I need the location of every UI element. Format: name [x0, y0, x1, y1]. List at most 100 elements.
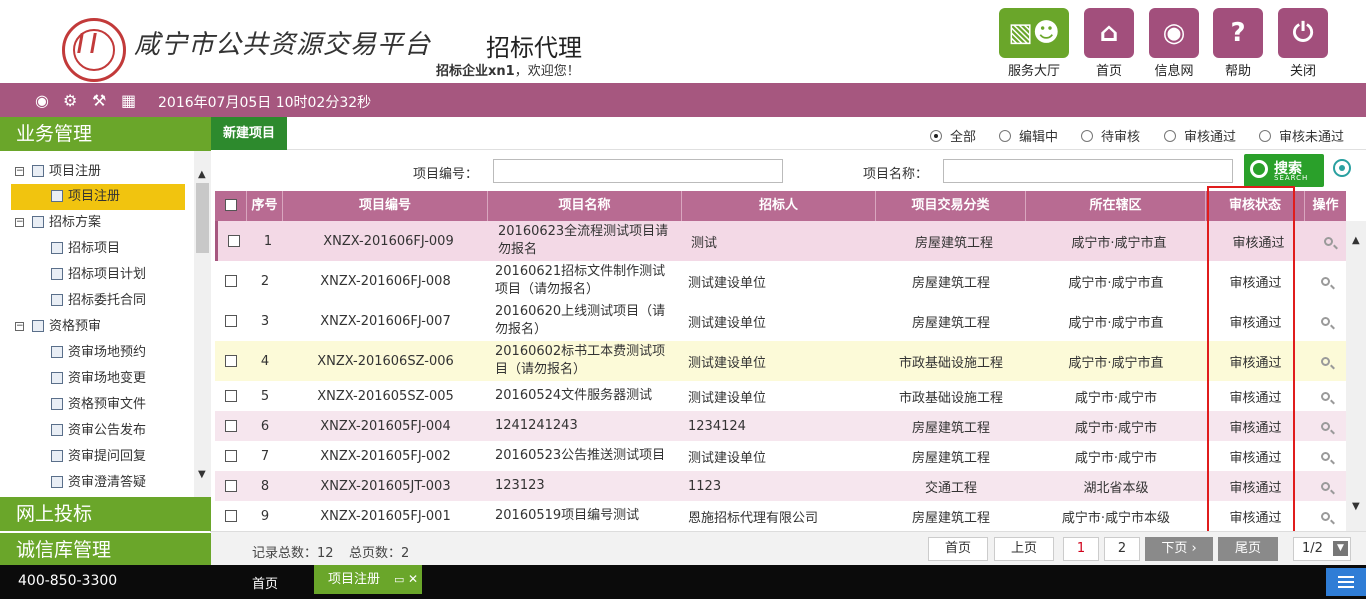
tools-icon[interactable]: ⚒: [92, 91, 106, 110]
scroll-down-icon[interactable]: ▼: [198, 469, 206, 480]
view-icon[interactable]: [1321, 391, 1330, 401]
tab-home[interactable]: 首页: [252, 573, 278, 592]
section-business-management[interactable]: 业务管理: [0, 117, 211, 151]
close-tab-icon[interactable]: ✕: [408, 565, 418, 594]
row-action-cell[interactable]: [1305, 261, 1346, 301]
table-row[interactable]: 8 XNZX-201605JT-003 123123 1123 交通工程 湖北省本级 审核通…: [215, 471, 1346, 501]
row-select-cell[interactable]: [215, 501, 247, 531]
table-row[interactable]: 5 XNZX-201605SZ-005 20160524文件服务器测试 测试建设单位 市…: [215, 381, 1346, 411]
filter-pending[interactable]: 待审核: [1081, 126, 1140, 145]
row-action-cell[interactable]: [1305, 411, 1346, 441]
close-button[interactable]: ⏻ 关闭: [1271, 8, 1335, 79]
row-action-cell[interactable]: [1305, 341, 1346, 381]
row-action-cell[interactable]: [1308, 221, 1349, 261]
collapse-icon[interactable]: −: [15, 167, 24, 176]
collapse-icon[interactable]: −: [15, 218, 24, 227]
prev-page-button[interactable]: 上页: [994, 537, 1054, 561]
page-1-button[interactable]: 1: [1063, 537, 1099, 561]
view-icon[interactable]: [1321, 511, 1330, 521]
scroll-up-icon[interactable]: ▲: [198, 169, 206, 180]
view-icon[interactable]: [1324, 236, 1333, 246]
next-page-button[interactable]: 下页 ›: [1145, 537, 1213, 561]
section-online-bidding[interactable]: 网上投标: [0, 497, 211, 531]
tree-leaf-project-register[interactable]: 项目注册: [11, 184, 185, 210]
sidebar-scroll-thumb[interactable]: [196, 183, 209, 253]
row-select-cell[interactable]: [215, 441, 247, 471]
view-icon[interactable]: [1321, 421, 1330, 431]
table-row[interactable]: 7 XNZX-201605FJ-002 20160523公告推送测试项目 测试建设单位…: [215, 441, 1346, 471]
row-select-cell[interactable]: [215, 381, 247, 411]
view-icon[interactable]: [1321, 451, 1330, 461]
view-icon[interactable]: [1321, 356, 1330, 366]
tab-project-register[interactable]: 项目注册 ▭ ✕: [314, 565, 422, 594]
tree-leaf-tender-project[interactable]: 招标项目: [0, 236, 194, 262]
select-all-checkbox[interactable]: [224, 199, 237, 211]
menu-button[interactable]: [1326, 568, 1366, 596]
chevron-down-icon[interactable]: ▼: [1333, 541, 1348, 556]
row-select-cell[interactable]: [215, 411, 247, 441]
tree-leaf-prequal-qa[interactable]: 资审提问回复: [0, 444, 194, 470]
info-net-button[interactable]: ◉ 信息网: [1142, 8, 1206, 79]
home-button[interactable]: ⌂ 首页: [1077, 8, 1141, 79]
project-code-input[interactable]: [493, 159, 783, 183]
filter-all[interactable]: 全部: [930, 126, 976, 145]
select-all-cell[interactable]: [215, 191, 247, 221]
row-action-cell[interactable]: [1305, 471, 1346, 501]
row-checkbox[interactable]: [225, 315, 237, 327]
view-icon[interactable]: [1321, 481, 1330, 491]
row-checkbox[interactable]: [225, 450, 237, 462]
tree-leaf-tender-contract[interactable]: 招标委托合同: [0, 288, 194, 314]
filter-rejected[interactable]: 审核未通过: [1259, 126, 1344, 145]
sidebar-scrollbar[interactable]: ▲ ▼: [194, 151, 211, 497]
tree-leaf-prequal-clarify[interactable]: 资审澄清答疑: [0, 470, 194, 496]
row-select-cell[interactable]: [215, 471, 247, 501]
collapse-icon[interactable]: −: [15, 322, 24, 331]
page-select[interactable]: 1/2 ▼: [1293, 537, 1351, 561]
row-checkbox[interactable]: [225, 390, 237, 402]
row-select-cell[interactable]: [215, 341, 247, 381]
row-checkbox[interactable]: [225, 480, 237, 492]
page-2-button[interactable]: 2: [1104, 537, 1140, 561]
scroll-down-icon[interactable]: ▼: [1352, 501, 1360, 512]
target-icon[interactable]: [1333, 159, 1351, 177]
row-checkbox[interactable]: [225, 275, 237, 287]
row-action-cell[interactable]: [1305, 381, 1346, 411]
gift-icon[interactable]: ▦: [121, 91, 136, 110]
row-select-cell[interactable]: [215, 301, 247, 341]
view-icon[interactable]: [1321, 316, 1330, 326]
scroll-up-icon[interactable]: ▲: [1352, 235, 1360, 246]
row-action-cell[interactable]: [1305, 501, 1346, 531]
table-row[interactable]: 9 XNZX-201605FJ-001 20160519项目编号测试 恩施招标代理有限…: [215, 501, 1346, 531]
tree-node-prequalification[interactable]: − 资格预审: [0, 314, 194, 340]
row-checkbox[interactable]: [228, 235, 240, 247]
help-button[interactable]: ? 帮助: [1206, 8, 1270, 79]
search-button[interactable]: 搜索 SEARCH: [1244, 154, 1324, 187]
tree-leaf-tender-project-plan[interactable]: 招标项目计划: [0, 262, 194, 288]
project-name-input[interactable]: [943, 159, 1233, 183]
row-checkbox[interactable]: [225, 420, 237, 432]
table-scrollbar[interactable]: ▲ ▼: [1346, 221, 1366, 531]
tree-leaf-prequal-docs[interactable]: 资格预审文件: [0, 392, 194, 418]
table-row[interactable]: 2 XNZX-201606FJ-008 20160621招标文件制作测试项目（请勿报…: [215, 261, 1346, 301]
view-icon[interactable]: [1321, 276, 1330, 286]
table-row[interactable]: 1 XNZX-201606FJ-009 20160623全流程测试项目请勿报名 测试 房…: [215, 221, 1346, 261]
row-checkbox[interactable]: [225, 510, 237, 522]
tree-node-project-register[interactable]: − 项目注册: [0, 159, 194, 185]
table-row[interactable]: 4 XNZX-201606SZ-006 20160602标书工本费测试项目（请勿报名…: [215, 341, 1346, 381]
new-project-button[interactable]: 新建项目: [211, 117, 287, 150]
tree-leaf-venue-booking[interactable]: 资审场地预约: [0, 340, 194, 366]
maximize-icon[interactable]: ▭: [394, 565, 404, 594]
first-page-button[interactable]: 首页: [928, 537, 988, 561]
row-select-cell[interactable]: [218, 221, 250, 261]
row-checkbox[interactable]: [225, 355, 237, 367]
last-page-button[interactable]: 尾页: [1218, 537, 1278, 561]
filter-approved[interactable]: 审核通过: [1164, 126, 1236, 145]
tree-node-tender-plan[interactable]: − 招标方案: [0, 210, 194, 236]
row-action-cell[interactable]: [1305, 301, 1346, 341]
table-row[interactable]: 6 XNZX-201605FJ-004 1241241243 1234124 房屋建筑工…: [215, 411, 1346, 441]
section-credit-management[interactable]: 诚信库管理: [0, 532, 211, 566]
filter-editing[interactable]: 编辑中: [999, 126, 1058, 145]
row-action-cell[interactable]: [1305, 441, 1346, 471]
tree-leaf-venue-change[interactable]: 资审场地变更: [0, 366, 194, 392]
gear-icon[interactable]: ⚙: [63, 91, 77, 110]
